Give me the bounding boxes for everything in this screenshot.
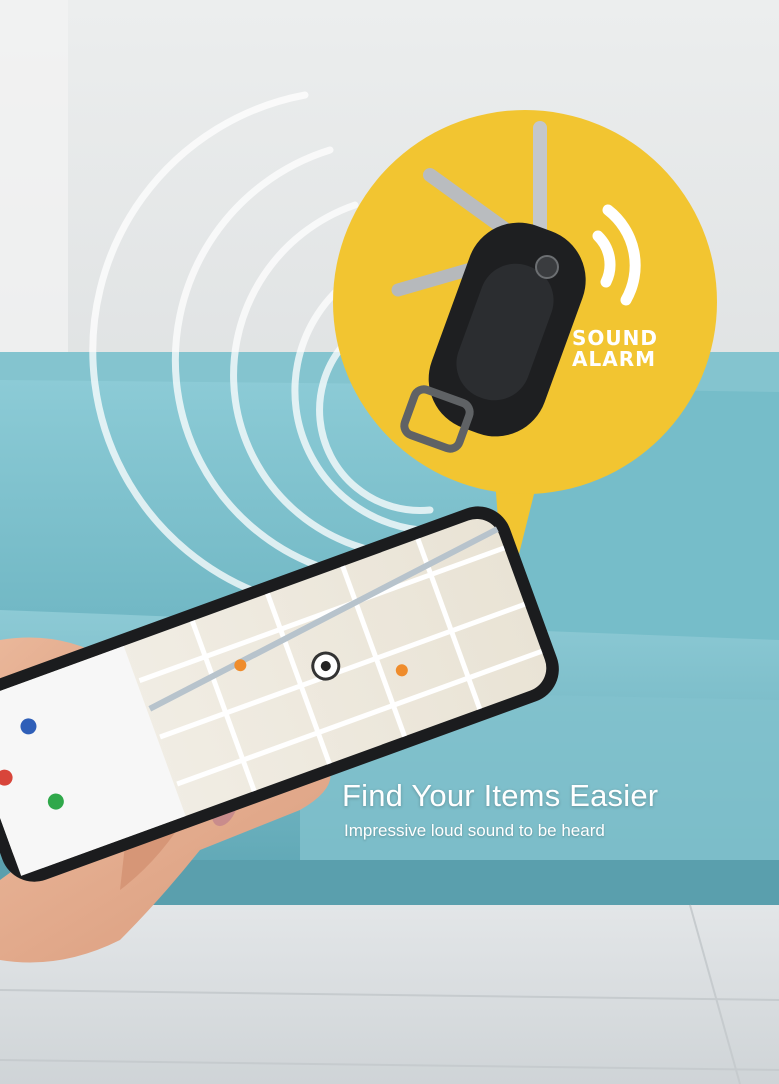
headline: Find Your Items Easier	[342, 778, 659, 813]
background-photo	[0, 0, 779, 1084]
ad-scene: SOUND ALARM Find Your Items Easier Impre…	[0, 0, 779, 1084]
badge-line-2: ALARM	[572, 347, 657, 371]
subheadline: Impressive loud sound to be heard	[344, 821, 605, 840]
sound-alarm-label: SOUND ALARM	[572, 328, 682, 370]
badge-line-1: SOUND	[572, 326, 658, 350]
